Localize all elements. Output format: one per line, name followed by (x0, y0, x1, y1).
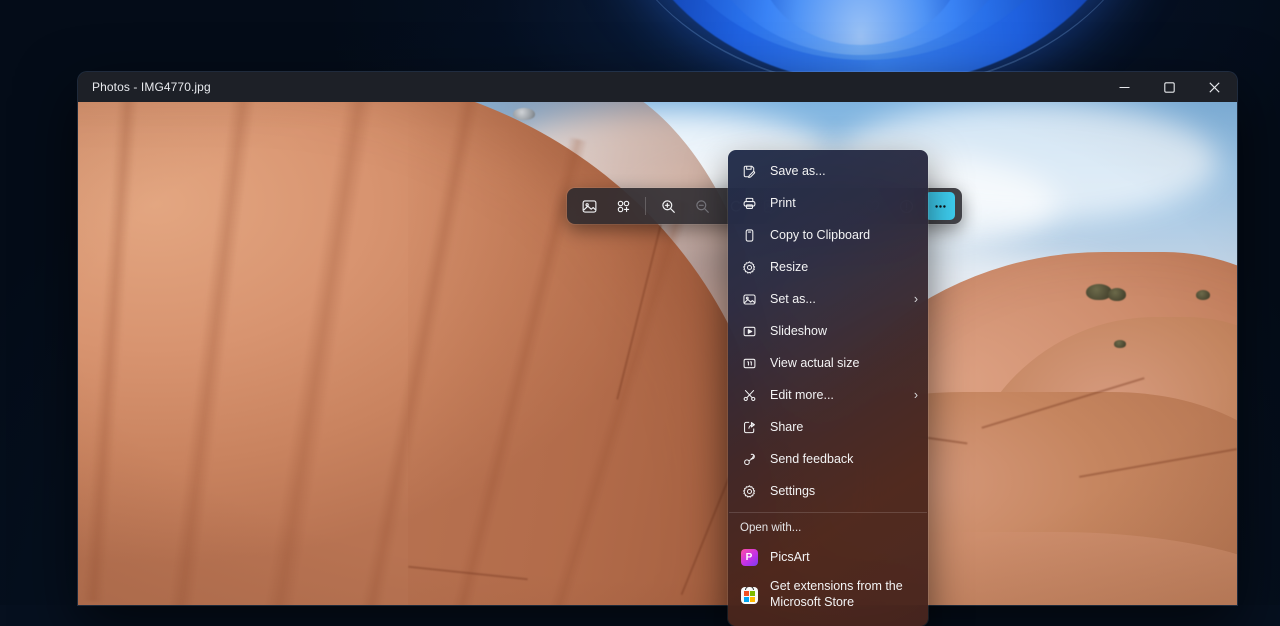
menu-item-edit-more[interactable]: Edit more... › (728, 379, 928, 411)
menu-item-label: Save as... (770, 165, 918, 178)
microsoft-store-icon (740, 586, 758, 604)
menu-item-label: Set as... (770, 293, 908, 306)
menu-item-copy-to-clipboard[interactable]: Copy to Clipboard (728, 219, 928, 251)
menu-item-label: Copy to Clipboard (770, 229, 918, 242)
clipboard-icon (740, 226, 758, 244)
toolbar-separator (645, 197, 646, 215)
feedback-icon (740, 450, 758, 468)
slideshow-icon (740, 322, 758, 340)
menu-item-slideshow[interactable]: Slideshow (728, 315, 928, 347)
zoom-in-icon-button[interactable] (653, 192, 683, 220)
picsart-app-icon: P (740, 548, 758, 566)
menu-item-settings[interactable]: Settings (728, 475, 928, 507)
menu-item-label: Share (770, 421, 918, 434)
photos-app-window: Photos - IMG4770.jpg (78, 72, 1237, 605)
menu-item-label: Resize (770, 261, 918, 274)
menu-item-get-extensions[interactable]: Get extensions from the Microsoft Store (728, 573, 928, 617)
image-compare-icon-button[interactable] (574, 192, 604, 220)
see-more-ellipsis-icon-button[interactable] (925, 192, 955, 220)
menu-item-send-feedback[interactable]: Send feedback (728, 443, 928, 475)
actual-size-icon (740, 354, 758, 372)
window-titlebar[interactable]: Photos - IMG4770.jpg (78, 72, 1237, 102)
close-button[interactable] (1192, 72, 1237, 102)
printer-icon (740, 194, 758, 212)
menu-item-label: PicsArt (770, 551, 918, 564)
chevron-right-icon: › (914, 292, 918, 306)
menu-item-label: Edit more... (770, 389, 908, 402)
multi-select-icon-button[interactable] (608, 192, 638, 220)
gear-icon (740, 258, 758, 276)
window-controls (1102, 72, 1237, 102)
open-with-header: Open with... (728, 517, 928, 539)
photo-viewport[interactable] (78, 102, 1237, 605)
photo-shrub (513, 108, 535, 120)
see-more-context-menu: Save as... Print Copy to Clipboard (728, 150, 928, 626)
menu-item-label: View actual size (770, 357, 918, 370)
share-icon (740, 418, 758, 436)
menu-item-save-as[interactable]: Save as... (728, 155, 928, 187)
maximize-button[interactable] (1147, 72, 1192, 102)
gear-icon (740, 482, 758, 500)
menu-item-print[interactable]: Print (728, 187, 928, 219)
menu-item-label: Settings (770, 485, 918, 498)
menu-item-set-as[interactable]: Set as... › (728, 283, 928, 315)
chevron-right-icon: › (914, 388, 918, 402)
photo-shrub (1196, 290, 1210, 300)
menu-item-view-actual-size[interactable]: View actual size (728, 347, 928, 379)
menu-item-share[interactable]: Share (728, 411, 928, 443)
menu-separator (729, 512, 927, 513)
scissors-icon (740, 386, 758, 404)
photo-shrub (1108, 288, 1126, 301)
minimize-button[interactable] (1102, 72, 1147, 102)
save-as-icon (740, 162, 758, 180)
picture-icon (740, 290, 758, 308)
menu-item-picsart[interactable]: P PicsArt (728, 541, 928, 573)
menu-item-label: Slideshow (770, 325, 918, 338)
window-title: Photos - IMG4770.jpg (78, 80, 211, 94)
photo-shrub (1114, 340, 1126, 348)
menu-item-resize[interactable]: Resize (728, 251, 928, 283)
zoom-out-icon-button[interactable] (687, 192, 717, 220)
menu-item-label: Send feedback (770, 453, 918, 466)
menu-item-label: Get extensions from the Microsoft Store (770, 579, 918, 610)
menu-item-label: Print (770, 197, 918, 210)
